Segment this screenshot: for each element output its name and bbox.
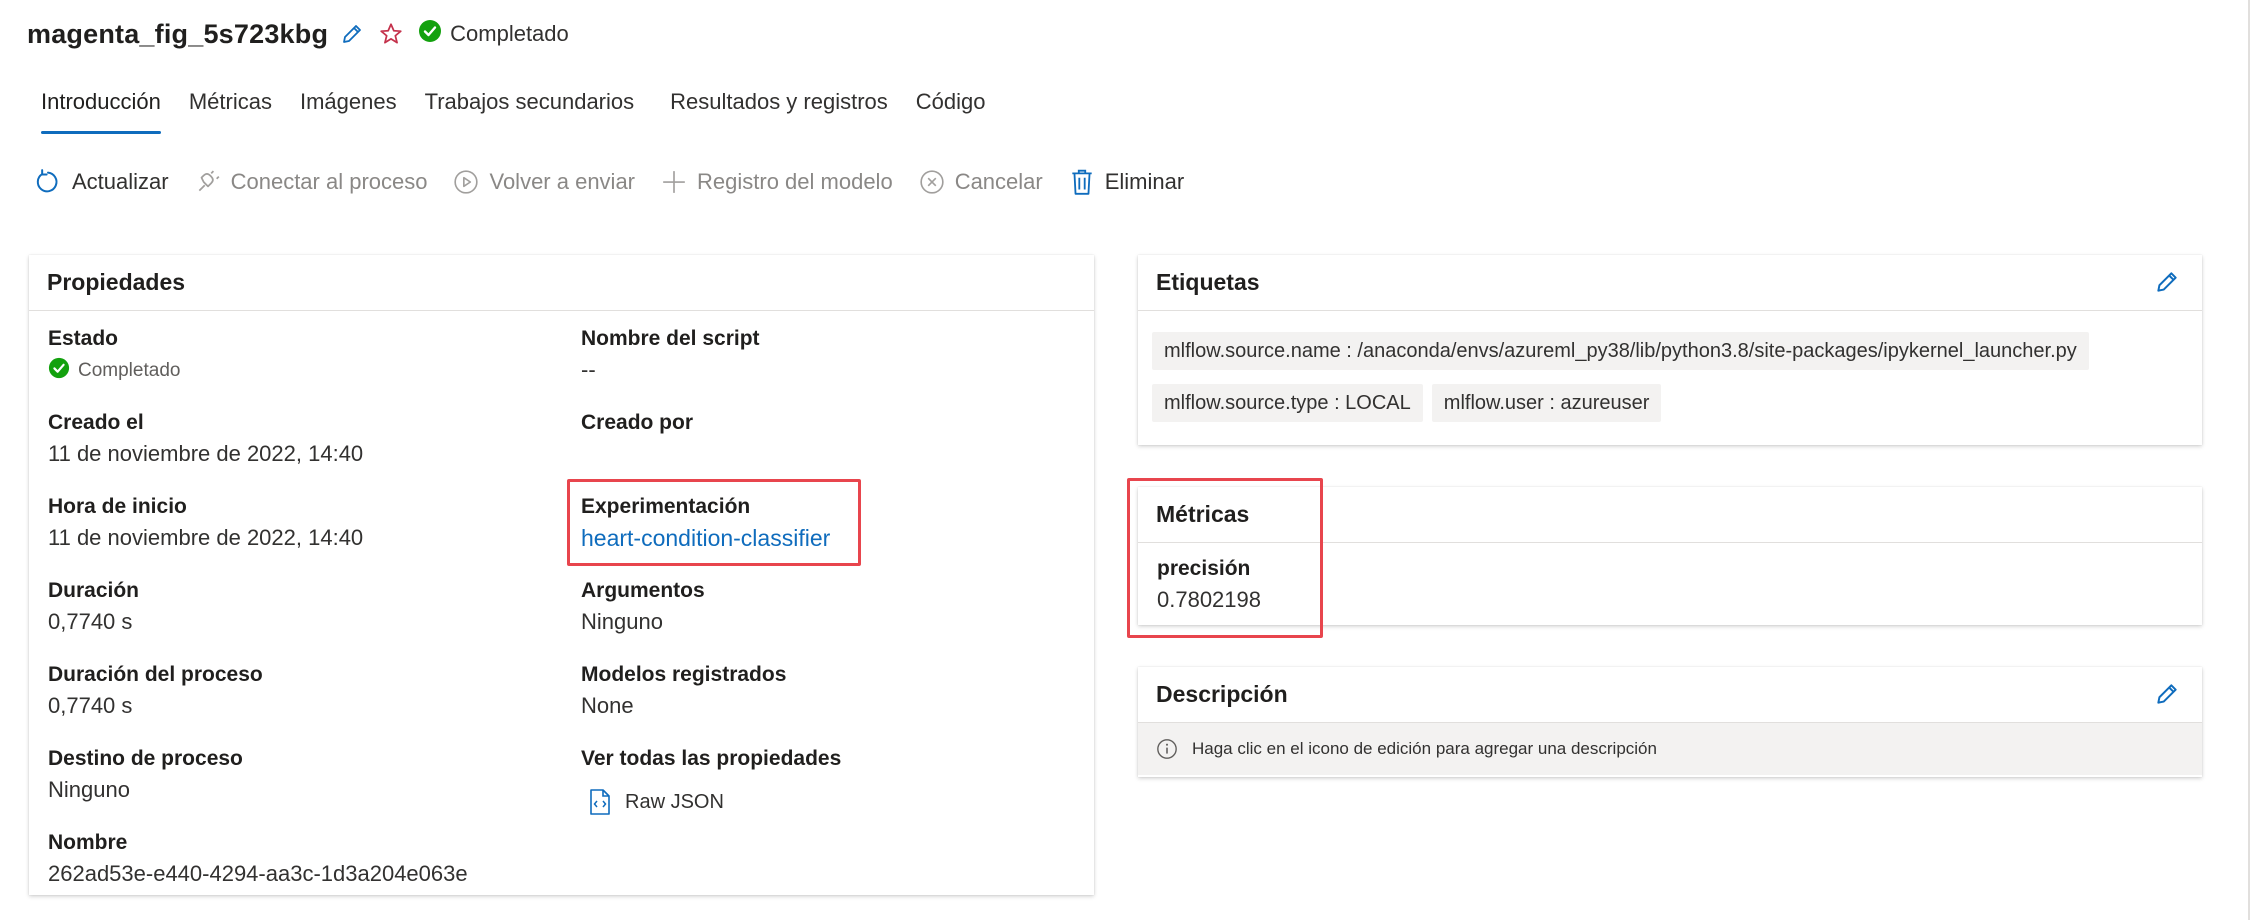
description-card-title: Descripción (1138, 667, 2202, 723)
prop-destino-proceso: Destino de proceso Ninguno (48, 747, 243, 803)
description-placeholder: Haga clic en el icono de edición para ag… (1192, 739, 1657, 758)
prop-label: Nombre (48, 831, 128, 854)
prop-label: Modelos registrados (581, 663, 787, 686)
tab-codigo[interactable]: Código (902, 82, 1000, 134)
delete-label: Eliminar (1104, 169, 1185, 194)
cancel-circle-icon (919, 169, 945, 195)
prop-label: Destino de proceso (48, 747, 243, 770)
metric-name: precisión (1157, 557, 1251, 580)
properties-card: Propiedades Estado Completado Creado el … (29, 255, 1094, 895)
tags-title: Etiquetas (1156, 269, 1260, 295)
info-icon (1156, 738, 1178, 760)
prop-value: -- (581, 357, 596, 382)
tags-card: Etiquetas mlflow.source.name : /anaconda… (1138, 255, 2202, 445)
prop-value: 11 de noviembre de 2022, 14:40 (48, 441, 364, 466)
refresh-label: Actualizar (72, 169, 169, 194)
check-circle-icon (418, 19, 442, 49)
raw-json-link[interactable]: Raw JSON (589, 789, 841, 815)
connect-compute-button[interactable]: Conectar al proceso (195, 169, 428, 195)
refresh-icon (34, 168, 62, 196)
description-empty-bar: Haga clic en el icono de edición para ag… (1138, 723, 2202, 775)
prop-value: 0,7740 s (48, 693, 133, 718)
command-bar: Actualizar Conectar al proceso Volver a … (34, 162, 1210, 202)
metrics-card: Métricas precisión 0.7802198 (1138, 487, 2202, 625)
connect-compute-label: Conectar al proceso (230, 169, 428, 194)
prop-experimentacion: Experimentación heart-condition-classifi… (581, 495, 830, 552)
prop-duracion-proceso: Duración del proceso 0,7740 s (48, 663, 263, 719)
edit-description-pencil-icon[interactable] (2154, 681, 2180, 707)
code-file-icon (589, 789, 611, 815)
description-title: Descripción (1156, 681, 1288, 707)
register-model-label: Registro del modelo (697, 169, 893, 194)
prop-label: Experimentación (581, 495, 751, 518)
status-value: Completado (48, 357, 180, 385)
resubmit-label: Volver a enviar (489, 169, 636, 194)
tab-imagenes[interactable]: Imágenes (286, 82, 411, 134)
prop-estado: Estado Completado (48, 327, 180, 385)
delete-button[interactable]: Eliminar (1069, 168, 1184, 196)
experiment-link[interactable]: heart-condition-classifier (581, 525, 830, 552)
metrics-card-title: Métricas (1138, 487, 2202, 543)
resubmit-button[interactable]: Volver a enviar (453, 169, 635, 195)
prop-value: 0,7740 s (48, 609, 133, 634)
edit-tags-pencil-icon[interactable] (2154, 269, 2180, 295)
tags-card-title: Etiquetas (1138, 255, 2202, 311)
tag-chip: mlflow.user : azureuser (1431, 384, 1662, 422)
description-card: Descripción Haga clic en el icono de edi… (1138, 667, 2202, 777)
prop-value: None (581, 693, 634, 718)
metric-value: 0.7802198 (1157, 587, 1261, 612)
tag-list: mlflow.source.name : /anaconda/envs/azur… (1152, 332, 2182, 436)
run-status: Completado (418, 19, 569, 49)
prop-creado-por: Creado por (581, 411, 693, 435)
properties-card-title: Propiedades (29, 255, 1094, 311)
prop-label: Argumentos (581, 579, 705, 602)
prop-label: Duración (48, 579, 140, 602)
prop-label: Estado (48, 327, 119, 350)
prop-hora-inicio: Hora de inicio 11 de noviembre de 2022, … (48, 495, 363, 551)
prop-modelos-registrados: Modelos registrados None (581, 663, 786, 719)
tab-introduccion[interactable]: Introducción (27, 82, 175, 134)
prop-argumentos: Argumentos Ninguno (581, 579, 705, 635)
check-circle-icon (48, 357, 70, 385)
metric-item: precisión 0.7802198 (1157, 557, 1261, 613)
tab-bar: Introducción Métricas Imágenes Trabajos … (27, 82, 1000, 134)
plug-icon (195, 169, 221, 195)
plus-icon (661, 169, 687, 195)
prop-value: Completado (78, 360, 181, 381)
edit-pencil-icon[interactable] (340, 22, 364, 46)
run-title: magenta_fig_5s723kbg (27, 18, 329, 49)
tag-chip: mlflow.source.name : /anaconda/envs/azur… (1152, 332, 2089, 370)
tab-metricas[interactable]: Métricas (175, 82, 286, 134)
prop-label: Creado el (48, 411, 144, 434)
prop-label: Creado por (581, 411, 694, 434)
prop-label: Ver todas las propiedades (581, 747, 842, 770)
prop-value: Ninguno (48, 777, 130, 802)
refresh-button[interactable]: Actualizar (34, 168, 169, 196)
raw-json-label: Raw JSON (625, 790, 724, 813)
prop-label: Nombre del script (581, 327, 760, 350)
cancel-label: Cancelar (954, 169, 1043, 194)
favorite-star-icon[interactable] (378, 21, 404, 47)
prop-label: Duración del proceso (48, 663, 263, 686)
play-circle-icon (453, 169, 479, 195)
prop-label: Hora de inicio (48, 495, 187, 518)
run-header: magenta_fig_5s723kbg Completado (27, 14, 569, 54)
status-label: Completado (450, 21, 569, 46)
tag-chip: mlflow.source.type : LOCAL (1152, 384, 1423, 422)
prop-duracion: Duración 0,7740 s (48, 579, 139, 635)
prop-value: Ninguno (581, 609, 663, 634)
prop-nombre: Nombre 262ad53e-e440-4294-aa3c-1d3a204e0… (48, 831, 468, 887)
trash-icon (1069, 168, 1095, 196)
prop-ver-todas: Ver todas las propiedades Raw JSON (581, 747, 841, 815)
prop-value: 11 de noviembre de 2022, 14:40 (48, 525, 364, 550)
register-model-button[interactable]: Registro del modelo (661, 169, 893, 195)
tab-resultados-registros[interactable]: Resultados y registros (648, 82, 902, 134)
prop-value: 262ad53e-e440-4294-aa3c-1d3a204e063e (48, 861, 468, 886)
cancel-button[interactable]: Cancelar (919, 169, 1043, 195)
tab-trabajos-secundarios[interactable]: Trabajos secundarios (411, 82, 649, 134)
prop-creado-el: Creado el 11 de noviembre de 2022, 14:40 (48, 411, 363, 467)
prop-nombre-script: Nombre del script -- (581, 327, 760, 383)
